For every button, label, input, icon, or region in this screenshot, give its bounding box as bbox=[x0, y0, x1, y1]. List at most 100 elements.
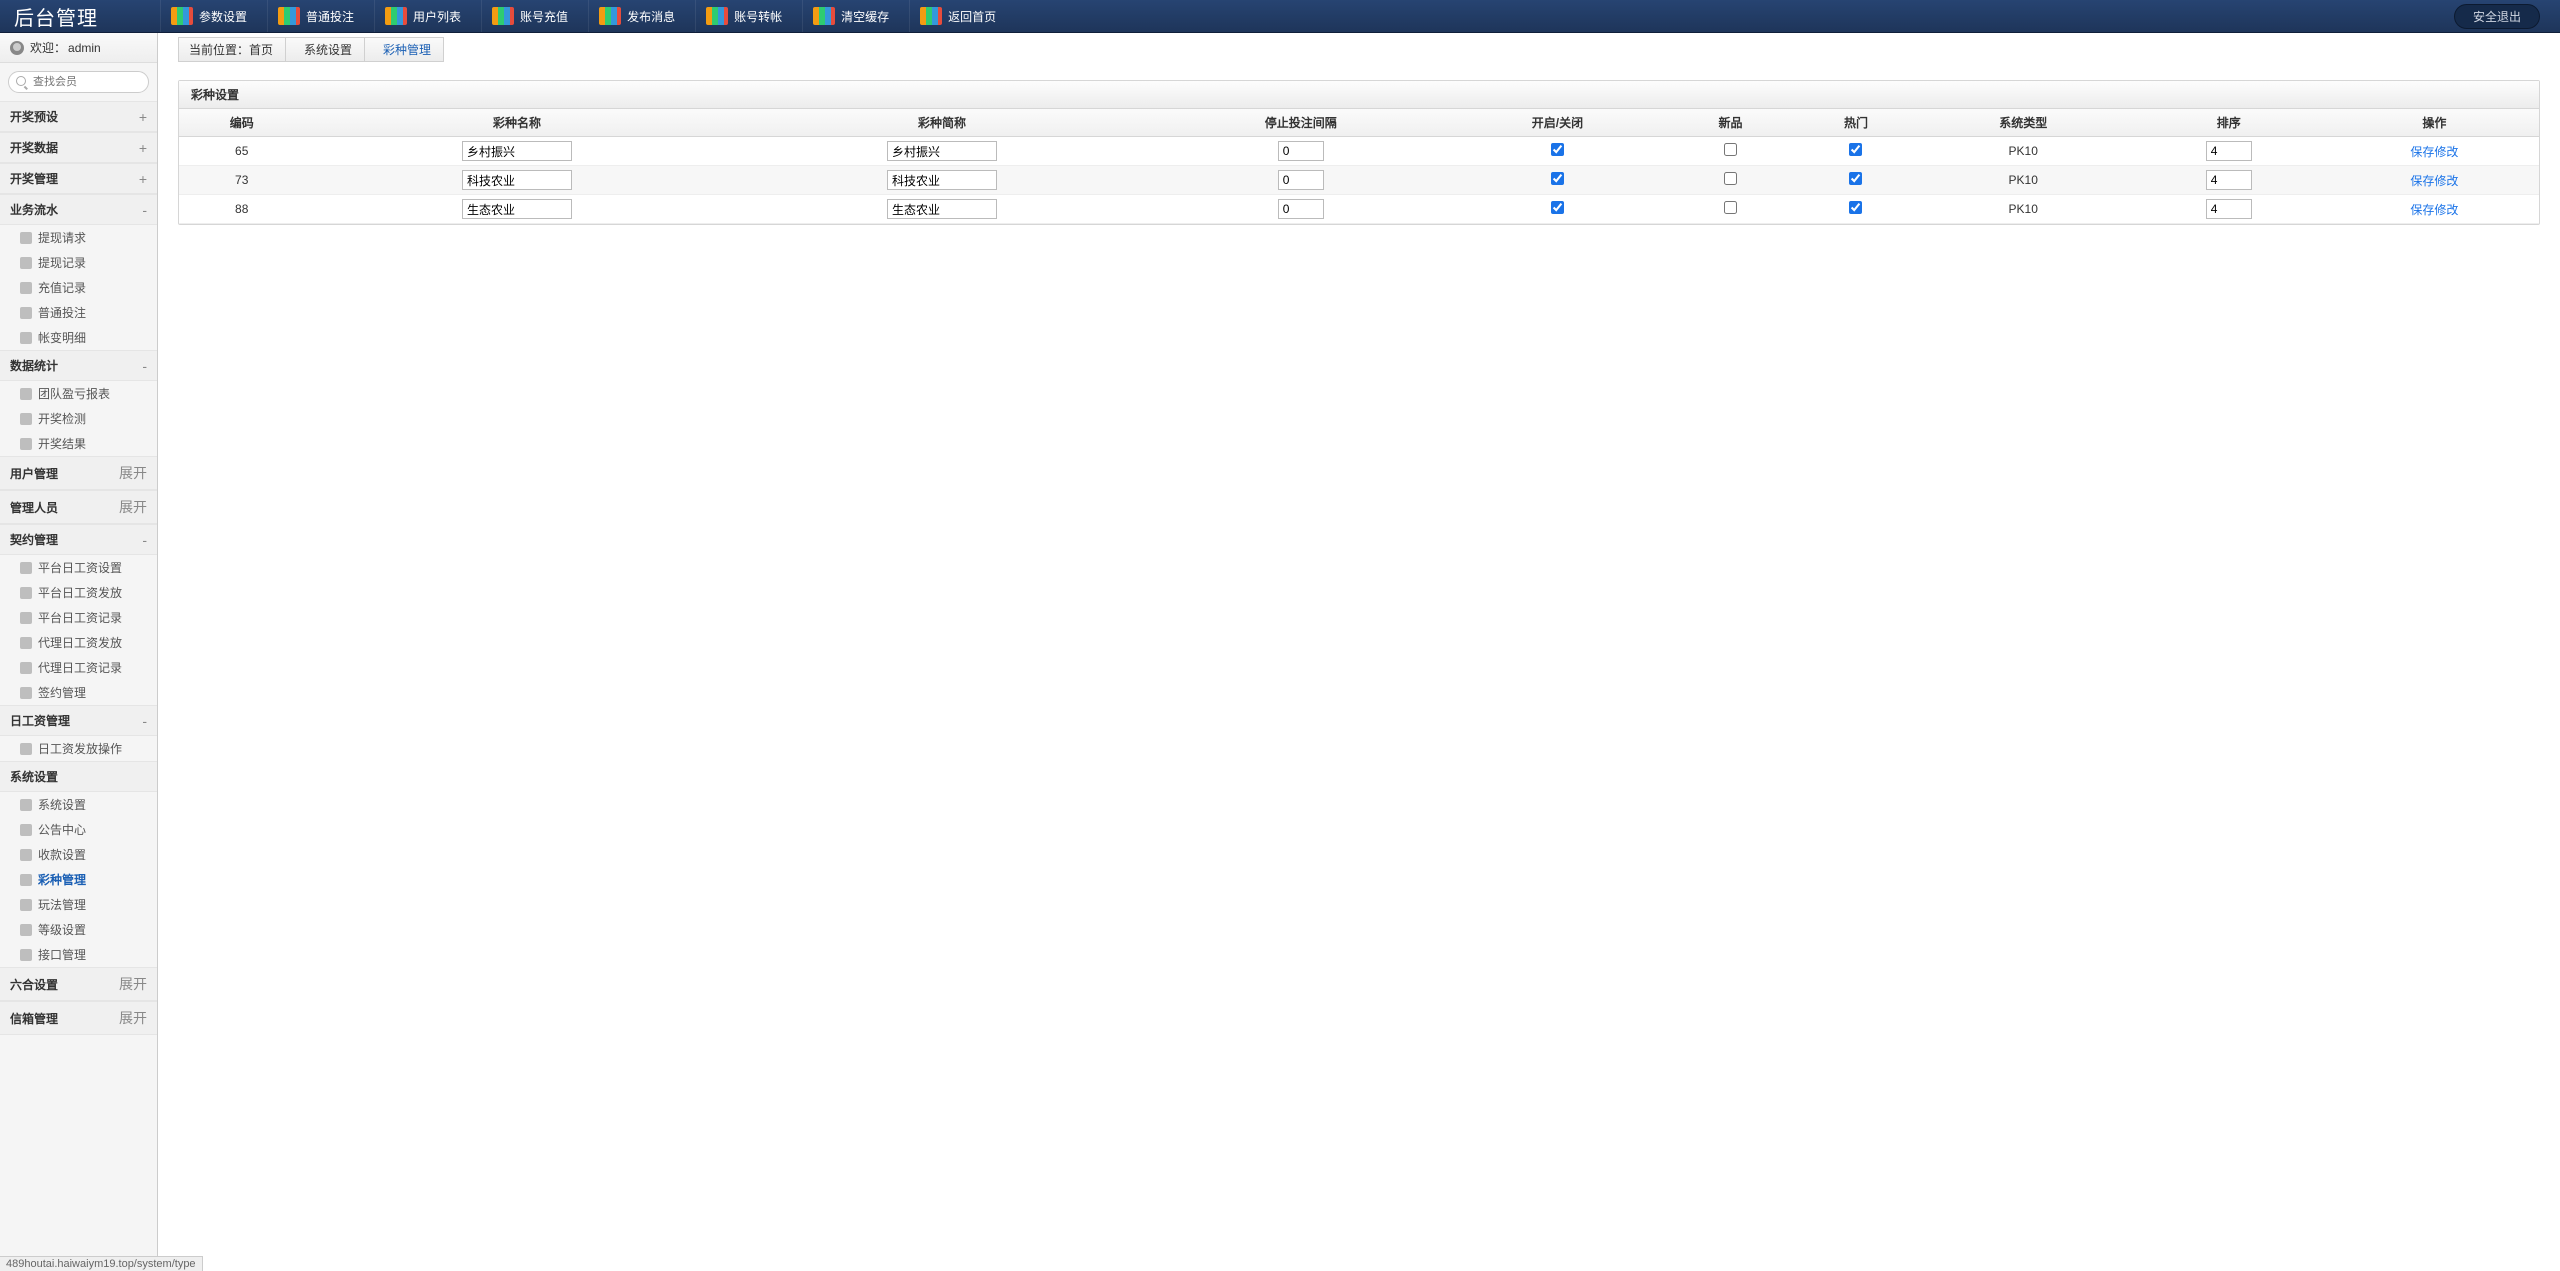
new-checkbox[interactable] bbox=[1724, 201, 1737, 214]
hot-checkbox[interactable] bbox=[1849, 201, 1862, 214]
nav-item[interactable]: 接口管理 bbox=[0, 942, 157, 967]
nav-group-head[interactable]: 用户管理展开 bbox=[0, 456, 157, 490]
hot-checkbox[interactable] bbox=[1849, 172, 1862, 185]
topnav-item[interactable]: 普通投注 bbox=[267, 0, 374, 32]
nav-item[interactable]: 玩法管理 bbox=[0, 892, 157, 917]
sort-input[interactable] bbox=[2206, 170, 2252, 190]
nav-item[interactable]: 收款设置 bbox=[0, 842, 157, 867]
topnav-item[interactable]: 账号转帐 bbox=[695, 0, 802, 32]
interval-input[interactable] bbox=[1278, 141, 1324, 161]
menu-item-icon bbox=[20, 232, 32, 244]
breadcrumb-segment[interactable]: 当前位置：首页 bbox=[178, 37, 286, 62]
logout-button[interactable]: 安全退出 bbox=[2454, 4, 2540, 29]
cell-hot bbox=[1793, 166, 1918, 195]
column-header: 彩种名称 bbox=[304, 109, 729, 137]
nav-group-head[interactable]: 日工资管理- bbox=[0, 705, 157, 736]
short-input[interactable] bbox=[887, 199, 997, 219]
nav-group-head[interactable]: 信箱管理展开 bbox=[0, 1001, 157, 1035]
cell-open bbox=[1447, 166, 1668, 195]
nav-group-head[interactable]: 开奖预设+ bbox=[0, 101, 157, 132]
hot-checkbox[interactable] bbox=[1849, 143, 1862, 156]
short-input[interactable] bbox=[887, 170, 997, 190]
open-checkbox[interactable] bbox=[1551, 201, 1564, 214]
cell-short bbox=[729, 137, 1154, 166]
topnav-item[interactable]: 清空缓存 bbox=[802, 0, 909, 32]
topnav-item[interactable]: 返回首页 bbox=[909, 0, 1016, 32]
nav-item[interactable]: 提现记录 bbox=[0, 250, 157, 275]
nav-item[interactable]: 彩种管理 bbox=[0, 867, 157, 892]
toggle-icon: + bbox=[139, 171, 147, 187]
chart-icon bbox=[706, 7, 728, 25]
nav-group-label: 管理人员 bbox=[10, 499, 58, 516]
interval-input[interactable] bbox=[1278, 170, 1324, 190]
short-input[interactable] bbox=[887, 141, 997, 161]
toggle-icon: 展开 bbox=[119, 1008, 147, 1028]
lottery-table: 编码彩种名称彩种简称停止投注间隔开启/关闭新品热门系统类型排序操作 65PK10… bbox=[179, 109, 2539, 224]
save-link[interactable]: 保存修改 bbox=[2410, 174, 2458, 188]
nav-group-head[interactable]: 开奖管理+ bbox=[0, 163, 157, 194]
save-link[interactable]: 保存修改 bbox=[2410, 145, 2458, 159]
nav-group-head[interactable]: 开奖数据+ bbox=[0, 132, 157, 163]
chart-icon bbox=[385, 7, 407, 25]
nav-item[interactable]: 平台日工资发放 bbox=[0, 580, 157, 605]
breadcrumb-segment[interactable]: 彩种管理 bbox=[364, 37, 444, 62]
nav-item[interactable]: 签约管理 bbox=[0, 680, 157, 705]
nav-group-head[interactable]: 契约管理- bbox=[0, 524, 157, 555]
nav-item[interactable]: 开奖结果 bbox=[0, 431, 157, 456]
menu-item-icon bbox=[20, 899, 32, 911]
topnav-item[interactable]: 发布消息 bbox=[588, 0, 695, 32]
new-checkbox[interactable] bbox=[1724, 172, 1737, 185]
user-icon bbox=[10, 41, 24, 55]
name-input[interactable] bbox=[462, 170, 572, 190]
nav-item[interactable]: 平台日工资记录 bbox=[0, 605, 157, 630]
nav-group-head[interactable]: 六合设置展开 bbox=[0, 967, 157, 1001]
name-input[interactable] bbox=[462, 199, 572, 219]
topnav-item[interactable]: 用户列表 bbox=[374, 0, 481, 32]
save-link[interactable]: 保存修改 bbox=[2410, 203, 2458, 217]
sort-input[interactable] bbox=[2206, 141, 2252, 161]
topnav-item[interactable]: 账号充值 bbox=[481, 0, 588, 32]
topnav-item[interactable]: 参数设置 bbox=[160, 0, 267, 32]
menu-item-icon bbox=[20, 388, 32, 400]
nav-group-head[interactable]: 数据统计- bbox=[0, 350, 157, 381]
nav-item[interactable]: 开奖检测 bbox=[0, 406, 157, 431]
column-header: 停止投注间隔 bbox=[1154, 109, 1447, 137]
cell-sort bbox=[2128, 137, 2330, 166]
interval-input[interactable] bbox=[1278, 199, 1324, 219]
nav-item[interactable]: 团队盈亏报表 bbox=[0, 381, 157, 406]
nav-group-head[interactable]: 系统设置 bbox=[0, 761, 157, 792]
open-checkbox[interactable] bbox=[1551, 172, 1564, 185]
nav-item[interactable]: 平台日工资设置 bbox=[0, 555, 157, 580]
breadcrumb: 当前位置：首页系统设置彩种管理 bbox=[178, 37, 443, 62]
nav-item[interactable]: 等级设置 bbox=[0, 917, 157, 942]
column-header: 编码 bbox=[179, 109, 304, 137]
nav-item[interactable]: 公告中心 bbox=[0, 817, 157, 842]
nav-item[interactable]: 系统设置 bbox=[0, 792, 157, 817]
nav-item[interactable]: 提现请求 bbox=[0, 225, 157, 250]
nav-item[interactable]: 帐变明细 bbox=[0, 325, 157, 350]
nav-group-head[interactable]: 业务流水- bbox=[0, 194, 157, 225]
menu-item-icon bbox=[20, 413, 32, 425]
nav-item[interactable]: 充值记录 bbox=[0, 275, 157, 300]
new-checkbox[interactable] bbox=[1724, 143, 1737, 156]
nav-item[interactable]: 代理日工资发放 bbox=[0, 630, 157, 655]
nav-item[interactable]: 代理日工资记录 bbox=[0, 655, 157, 680]
nav-item[interactable]: 普通投注 bbox=[0, 300, 157, 325]
nav-item-label: 玩法管理 bbox=[38, 896, 86, 913]
cell-systype: PK10 bbox=[1919, 137, 2128, 166]
welcome-row: 欢迎： admin bbox=[0, 33, 157, 63]
nav-item-label: 签约管理 bbox=[38, 684, 86, 701]
table-row: 65PK10保存修改 bbox=[179, 137, 2539, 166]
search-wrap bbox=[0, 63, 157, 101]
menu-item-icon bbox=[20, 849, 32, 861]
name-input[interactable] bbox=[462, 141, 572, 161]
nav-item-label: 等级设置 bbox=[38, 921, 86, 938]
nav-item[interactable]: 日工资发放操作 bbox=[0, 736, 157, 761]
menu-item-icon bbox=[20, 824, 32, 836]
sort-input[interactable] bbox=[2206, 199, 2252, 219]
open-checkbox[interactable] bbox=[1551, 143, 1564, 156]
breadcrumb-segment[interactable]: 系统设置 bbox=[285, 37, 365, 62]
search-input[interactable] bbox=[8, 71, 149, 93]
nav-group-head[interactable]: 管理人员展开 bbox=[0, 490, 157, 524]
cell-hot bbox=[1793, 195, 1918, 224]
